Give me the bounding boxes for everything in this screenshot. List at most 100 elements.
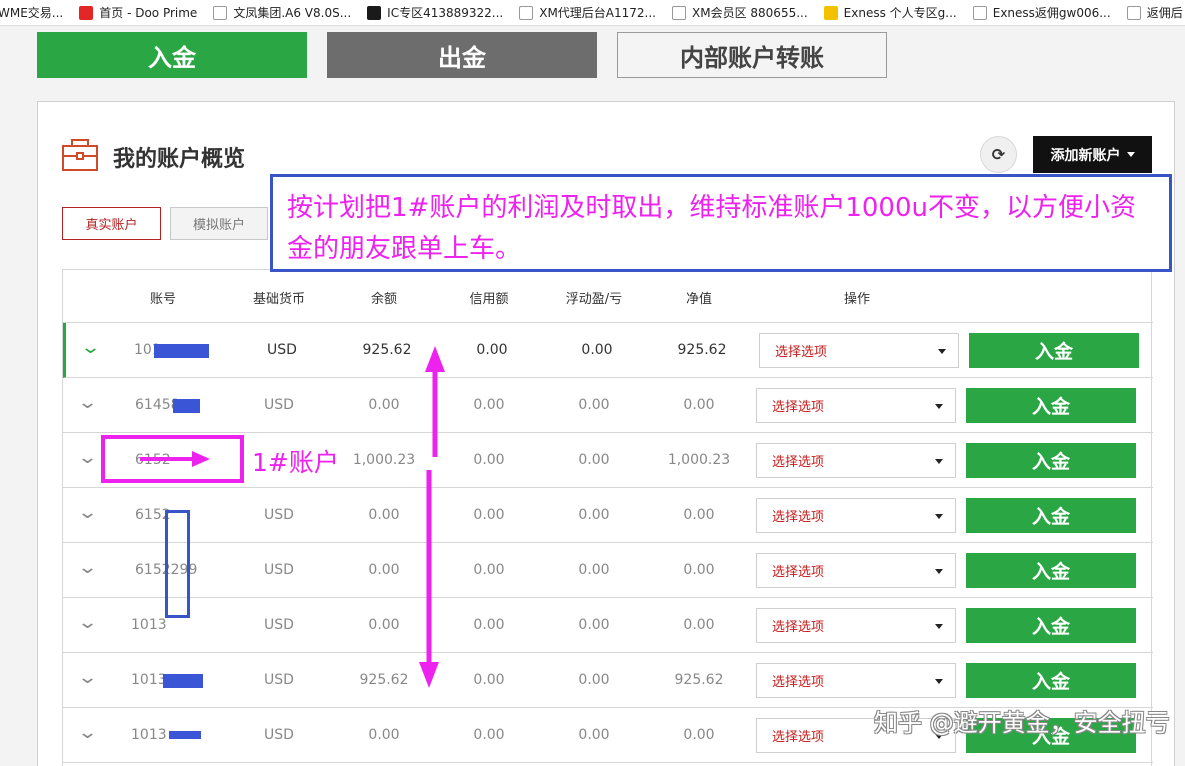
- redaction-mark: [173, 399, 200, 413]
- action-select-value: 选择选项: [775, 345, 828, 360]
- refresh-button[interactable]: ⟳: [980, 136, 1017, 173]
- cell-balance: 0.00: [368, 507, 400, 523]
- bookmark-label: Exness 个人专区g...: [843, 6, 957, 20]
- header-actions: 操作: [843, 292, 871, 307]
- bookmark-item[interactable]: XM会员区 880655...: [666, 0, 818, 25]
- add-account-button[interactable]: 添加新账户: [1033, 136, 1152, 173]
- deposit-button[interactable]: 入金: [966, 443, 1136, 478]
- annotation-account-label: 1#账户: [252, 448, 339, 477]
- cell-balance: 0.00: [368, 617, 400, 633]
- cell-floating-pl: 0.00: [578, 727, 610, 743]
- action-select[interactable]: 选择选项: [756, 553, 956, 588]
- action-select[interactable]: 选择选项: [759, 333, 959, 368]
- deposit-button[interactable]: 入金: [966, 663, 1136, 698]
- cell-currency: USD: [264, 507, 294, 523]
- tab-real-account[interactable]: 真实账户: [62, 207, 161, 240]
- tab-internal-transfer[interactable]: 内部账户转账: [617, 32, 887, 78]
- cell-currency: USD: [264, 617, 294, 633]
- tab-demo-account[interactable]: 模拟账户: [170, 207, 268, 240]
- bookmark-item[interactable]: XM代理后台A1172...: [513, 0, 666, 25]
- caret-down-icon: [935, 569, 943, 574]
- deposit-button[interactable]: 入金: [969, 333, 1139, 368]
- cell-equity: 1,000.23: [667, 452, 731, 468]
- cell-account: 1013: [131, 617, 167, 633]
- cell-floating-pl: 0.00: [578, 507, 610, 523]
- table-row: ⌄ 6152 USD 0.00 0.00 0.00 0.00 选择选项 入金: [63, 488, 1153, 543]
- deposit-button[interactable]: 入金: [966, 608, 1136, 643]
- chevron-down-icon[interactable]: ⌄: [80, 337, 101, 358]
- cell-credit: 0.00: [476, 342, 508, 358]
- tab-withdraw[interactable]: 出金: [327, 32, 597, 78]
- cell-equity: 0.00: [683, 562, 715, 578]
- cell-equity: 0.00: [683, 617, 715, 633]
- cell-floating-pl: 0.00: [578, 562, 610, 578]
- bookmark-item[interactable]: Exness返佣gw006...: [967, 0, 1121, 25]
- redaction-mark: [163, 674, 203, 688]
- add-account-label: 添加新账户: [1050, 147, 1121, 164]
- deposit-button[interactable]: 入金: [966, 498, 1136, 533]
- annotation-note: 按计划把1#账户的利润及时取出，维持标准账户1000u不变，以方便小资金的朋友跟…: [270, 174, 1172, 272]
- bookmarks-bar: WME交易... 首页 - Doo Prime 文凤集团.A6 V8.0S... IC…: [0, 0, 1185, 26]
- header-floating-pl: 浮动盈/亏: [565, 292, 623, 307]
- tab-deposit[interactable]: 入金: [37, 32, 307, 78]
- chevron-down-icon[interactable]: ⌄: [77, 502, 98, 523]
- globe-icon: [972, 5, 987, 20]
- cell-credit: 0.00: [473, 452, 505, 468]
- cell-equity: 0.00: [683, 507, 715, 523]
- header-credit: 信用额: [469, 292, 509, 307]
- bookmark-item[interactable]: 文凤集团.A6 V8.0S...: [207, 0, 361, 25]
- xm-icon: [672, 5, 687, 20]
- cell-balance: 0.00: [368, 727, 400, 743]
- bookmark-item[interactable]: WME交易...: [0, 0, 73, 25]
- annotation-highlight-box: [101, 435, 244, 483]
- action-select[interactable]: 选择选项: [756, 443, 956, 478]
- cell-account: 1013: [131, 672, 167, 688]
- cell-balance: 1,000.23: [352, 452, 416, 468]
- header-balance: 余额: [370, 292, 398, 307]
- table-row: ⌄ 1013 USD 925.62 0.00 0.00 925.62 选择选项 入金: [63, 653, 1153, 708]
- action-select[interactable]: 选择选项: [756, 608, 956, 643]
- accounts-table: 账号 基础货币 余额 信用额 浮动盈/亏 净值 操作 ⌄ 101 USD 925.62…: [62, 269, 1153, 766]
- header-currency: 基础货币: [252, 292, 306, 307]
- chevron-down-icon[interactable]: ⌄: [77, 392, 98, 413]
- bookmark-label: 返佣后: [1146, 6, 1183, 20]
- caret-down-icon: [938, 349, 946, 354]
- cell-credit: 0.00: [473, 617, 505, 633]
- cell-equity: 0.00: [683, 727, 715, 743]
- cell-balance: 0.00: [368, 562, 400, 578]
- caret-down-icon: [935, 404, 943, 409]
- cell-credit: 0.00: [473, 397, 505, 413]
- bookmark-label: XM会员区 880655...: [692, 6, 808, 20]
- bookmark-item[interactable]: 返佣后: [1121, 0, 1185, 25]
- briefcase-icon: [62, 139, 98, 171]
- xm-icon: [519, 5, 534, 20]
- cell-currency: USD: [264, 562, 294, 578]
- bookmark-item[interactable]: 首页 - Doo Prime: [73, 0, 207, 25]
- action-select[interactable]: 选择选项: [756, 498, 956, 533]
- deposit-button[interactable]: 入金: [966, 553, 1136, 588]
- table-row: ⌄ 101 USD 925.62 0.00 0.00 925.62 选择选项 入金: [63, 323, 1153, 378]
- cell-account: 1013: [131, 727, 167, 743]
- deposit-button[interactable]: 入金: [966, 388, 1136, 423]
- chevron-down-icon[interactable]: ⌄: [77, 557, 98, 578]
- exness-icon: [823, 5, 838, 20]
- table-header: 账号 基础货币 余额 信用额 浮动盈/亏 净值 操作: [63, 270, 1153, 323]
- ic-icon: [367, 5, 382, 20]
- chevron-down-icon[interactable]: ⌄: [77, 447, 98, 468]
- cell-currency: USD: [264, 727, 294, 743]
- action-select[interactable]: 选择选项: [756, 388, 956, 423]
- chevron-down-icon[interactable]: ⌄: [77, 722, 98, 743]
- cell-floating-pl: 0.00: [578, 452, 610, 468]
- cell-floating-pl: 0.00: [578, 397, 610, 413]
- caret-down-icon: [935, 514, 943, 519]
- globe-icon: [1126, 5, 1141, 20]
- bookmark-item[interactable]: IC专区413889322...: [361, 0, 513, 25]
- chevron-down-icon[interactable]: ⌄: [77, 667, 98, 688]
- caret-down-icon: [1126, 152, 1135, 157]
- cell-credit: 0.00: [473, 727, 505, 743]
- action-select[interactable]: 选择选项: [756, 663, 956, 698]
- bookmark-item[interactable]: Exness 个人专区g...: [818, 0, 967, 25]
- bookmark-label: 文凤集团.A6 V8.0S...: [233, 6, 352, 20]
- chevron-down-icon[interactable]: ⌄: [77, 612, 98, 633]
- cell-currency: USD: [264, 397, 294, 413]
